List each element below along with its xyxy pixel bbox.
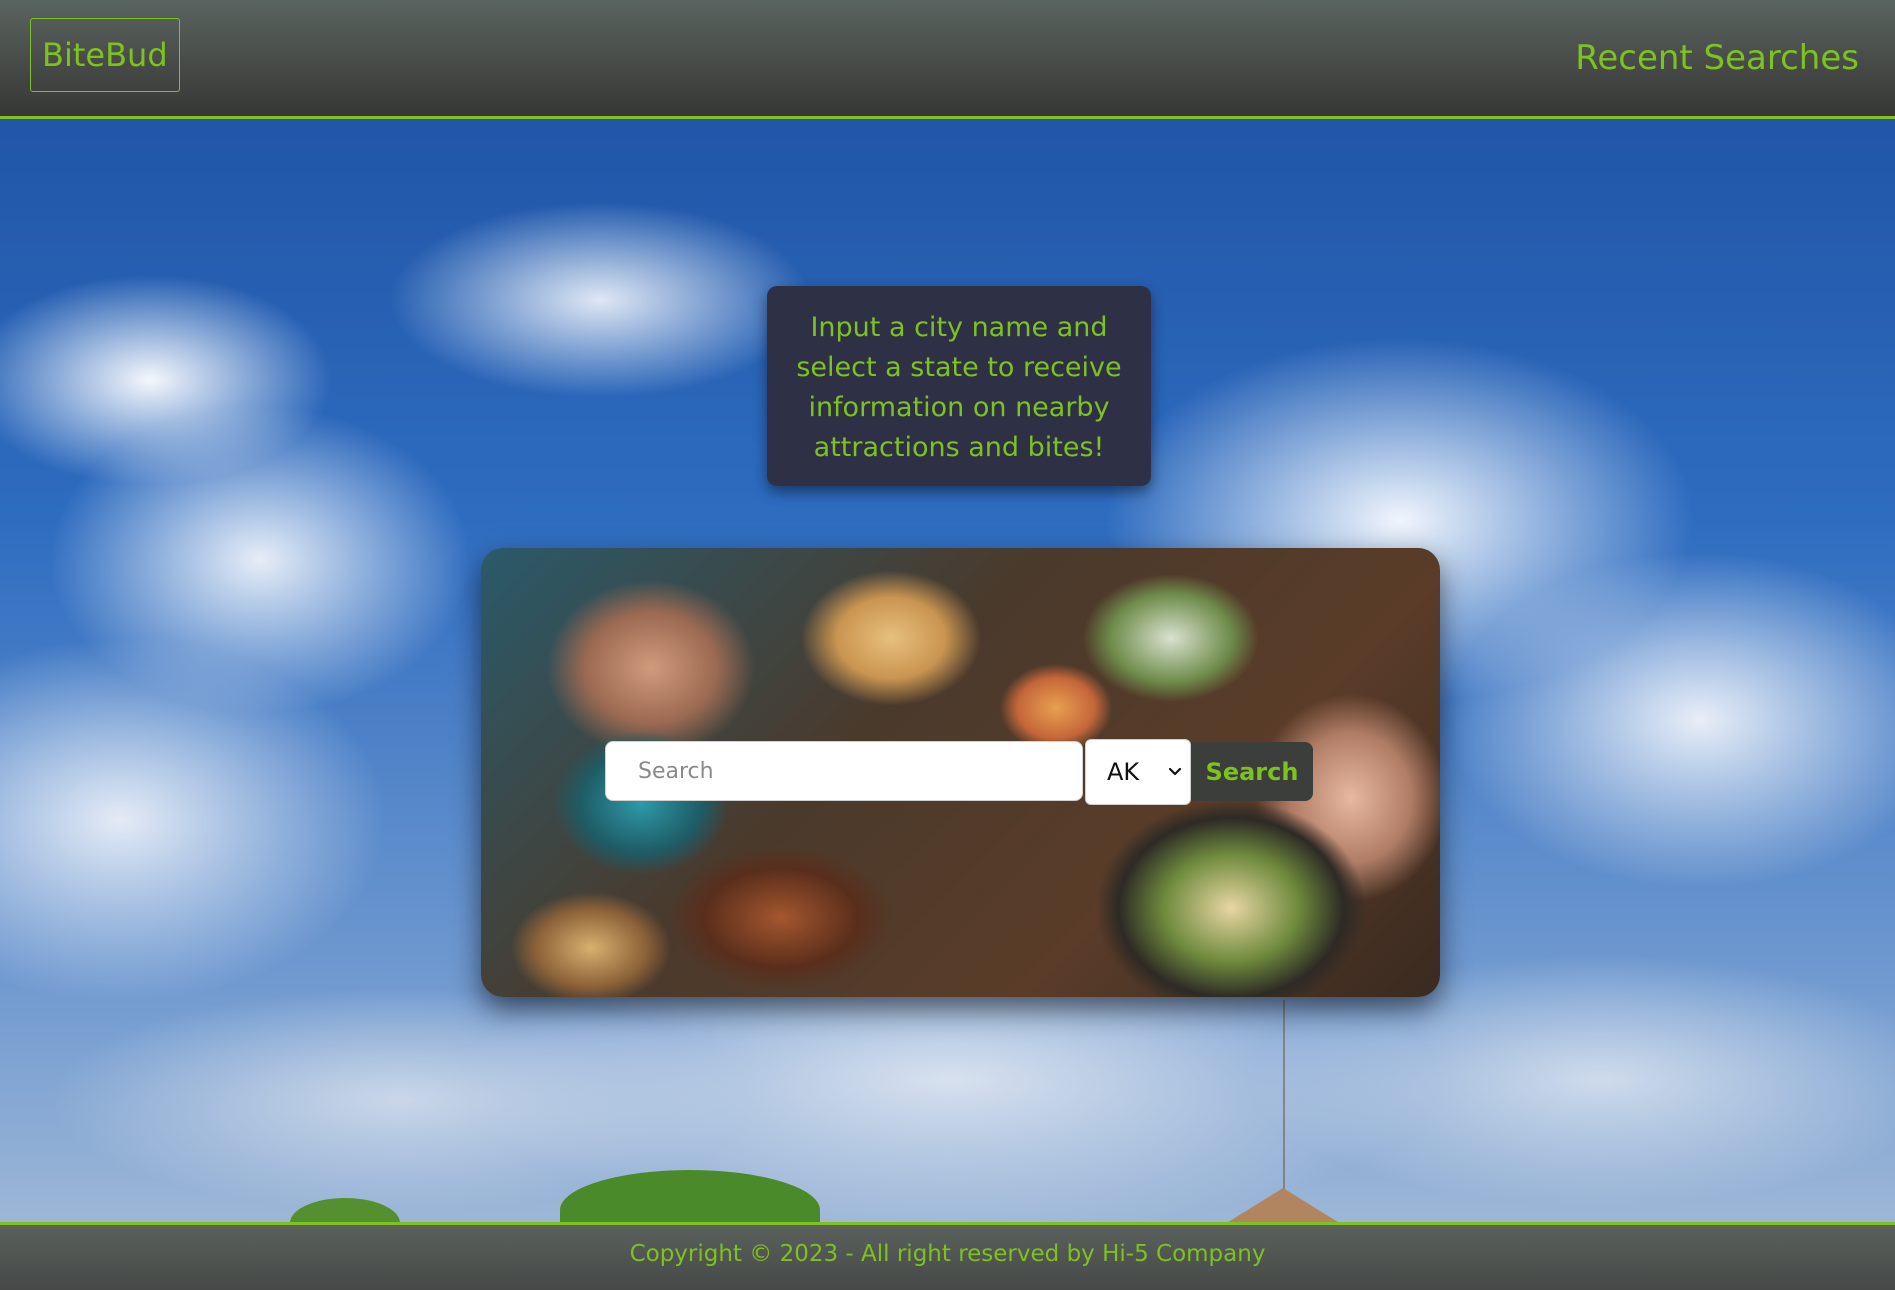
instructions-text: Input a city name and select a state to … — [796, 312, 1122, 463]
recent-searches-link[interactable]: Recent Searches — [1575, 36, 1859, 80]
copyright-text: Copyright © 2023 - All right reserved by… — [629, 1241, 1266, 1267]
state-selected-value: AK — [1107, 758, 1140, 786]
instructions-box: Input a city name and select a state to … — [767, 286, 1151, 486]
roof-background — [1225, 1188, 1341, 1224]
city-search-input[interactable] — [605, 741, 1083, 801]
footer: Copyright © 2023 - All right reserved by… — [0, 1222, 1895, 1290]
pole-background — [1283, 1000, 1285, 1190]
search-button[interactable]: Search — [1191, 742, 1313, 801]
chevron-down-icon — [1168, 740, 1182, 833]
brand-logo-link[interactable]: BiteBud — [30, 18, 180, 92]
top-navbar: BiteBud Recent Searches — [0, 0, 1895, 119]
state-select[interactable]: AK — [1085, 739, 1191, 805]
